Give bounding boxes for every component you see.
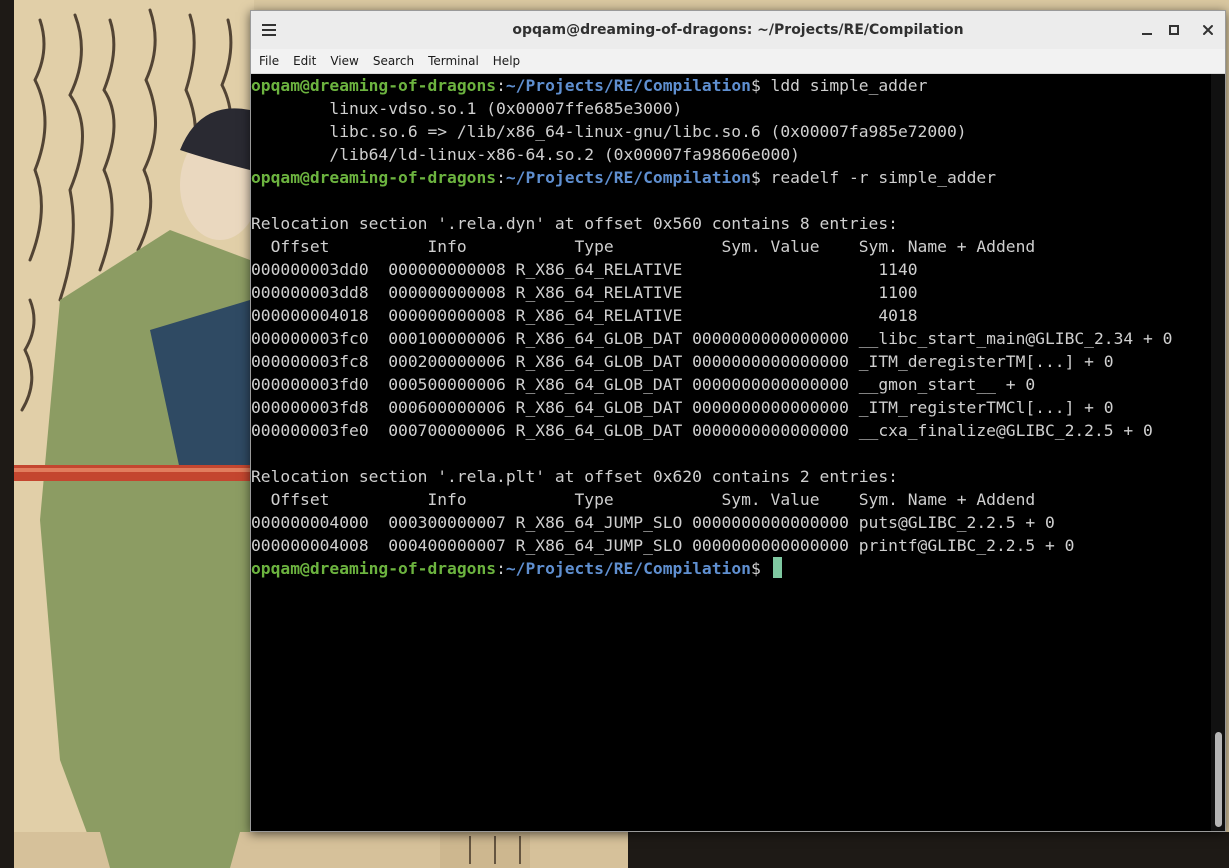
prompt-symbol: $ — [750, 559, 761, 578]
menu-search[interactable]: Search — [366, 49, 421, 73]
output-line: Offset Info Type Sym. Value Sym. Name + … — [251, 490, 1036, 509]
output-line: 000000004018 000000000008 R_X86_64_RELAT… — [251, 306, 918, 325]
command-text: ldd simple_adder — [760, 76, 928, 95]
text-cursor — [772, 557, 782, 578]
window-title: opqam@dreaming-of-dragons: ~/Projects/RE… — [512, 22, 964, 38]
prompt-path: ~/Projects/RE/Compilation — [505, 76, 751, 95]
output-line: Relocation section '.rela.plt' at offset… — [251, 467, 898, 486]
output-line: libc.so.6 => /lib/x86_64-linux-gnu/libc.… — [251, 122, 967, 141]
output-line: 000000003fc0 000100000006 R_X86_64_GLOB_… — [251, 329, 1173, 348]
terminal-window[interactable]: opqam@dreaming-of-dragons: ~/Projects/RE… — [250, 10, 1226, 832]
menu-bar: File Edit View Search Terminal Help — [251, 49, 1225, 74]
output-line: 000000003fd0 000500000006 R_X86_64_GLOB_… — [251, 375, 1036, 394]
output-line: 000000003fd8 000600000006 R_X86_64_GLOB_… — [251, 398, 1114, 417]
scrollbar-thumb[interactable] — [1215, 732, 1222, 827]
prompt-line: opqam@dreaming-of-dragons:~/Projects/RE/… — [251, 74, 1211, 97]
prompt-user-host: opqam@dreaming-of-dragons — [251, 168, 497, 187]
output-line: Relocation section '.rela.dyn' at offset… — [251, 214, 898, 233]
prompt-user-host: opqam@dreaming-of-dragons — [251, 559, 497, 578]
output-line: 000000003dd8 000000000008 R_X86_64_RELAT… — [251, 283, 918, 302]
maximize-icon[interactable] — [1164, 20, 1184, 40]
output-line: linux-vdso.so.1 (0x00007ffe685e3000) — [251, 99, 683, 118]
prompt-line: opqam@dreaming-of-dragons:~/Projects/RE/… — [251, 166, 1211, 189]
output-line: /lib64/ld-linux-x86-64.so.2 (0x00007fa98… — [251, 145, 800, 164]
prompt-colon: : — [496, 559, 506, 578]
output-line: 000000004008 000400000007 R_X86_64_JUMP_… — [251, 536, 1075, 555]
output-line: 000000003fe0 000700000006 R_X86_64_GLOB_… — [251, 421, 1153, 440]
prompt-line: opqam@dreaming-of-dragons:~/Projects/RE/… — [251, 557, 1211, 580]
output-line: 000000004000 000300000007 R_X86_64_JUMP_… — [251, 513, 1055, 532]
prompt-path: ~/Projects/RE/Compilation — [505, 559, 751, 578]
prompt-colon: : — [496, 168, 506, 187]
output-line: 000000003dd0 000000000008 R_X86_64_RELAT… — [251, 260, 918, 279]
title-bar[interactable]: opqam@dreaming-of-dragons: ~/Projects/RE… — [251, 11, 1225, 50]
prompt-user-host: opqam@dreaming-of-dragons — [251, 76, 497, 95]
menu-help[interactable]: Help — [486, 49, 527, 73]
terminal-output[interactable]: opqam@dreaming-of-dragons:~/Projects/RE/… — [251, 74, 1211, 831]
menu-edit[interactable]: Edit — [286, 49, 323, 73]
menu-view[interactable]: View — [323, 49, 365, 73]
output-line: Offset Info Type Sym. Value Sym. Name + … — [251, 237, 1036, 256]
minimize-icon[interactable] — [1137, 20, 1157, 40]
command-text — [761, 559, 771, 578]
output-line: 000000003fc8 000200000006 R_X86_64_GLOB_… — [251, 352, 1114, 371]
menu-file[interactable]: File — [252, 49, 286, 73]
prompt-colon: : — [496, 76, 506, 95]
close-icon[interactable] — [1198, 20, 1218, 40]
prompt-symbol: $ — [750, 76, 761, 95]
command-text: readelf -r simple_adder — [760, 168, 997, 187]
prompt-path: ~/Projects/RE/Compilation — [505, 168, 751, 187]
menu-terminal[interactable]: Terminal — [421, 49, 486, 73]
hamburger-icon[interactable] — [261, 22, 277, 38]
prompt-symbol: $ — [750, 168, 761, 187]
vertical-scrollbar[interactable] — [1211, 74, 1225, 831]
